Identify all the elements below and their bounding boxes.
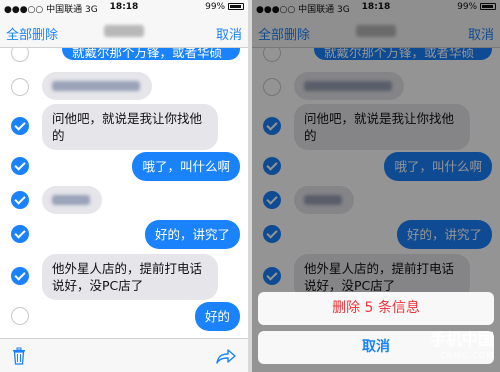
blurred-text [52, 81, 140, 91]
message-bubble-in: 问他吧，就说是我让你找他的 [42, 104, 218, 150]
checkbox[interactable] [11, 78, 29, 96]
message-bubble-out: 哦了，叫什么啊 [132, 152, 240, 181]
checkbox[interactable] [11, 307, 29, 325]
message-bubble-out: 好的 [194, 302, 240, 331]
message-bubble-in: 他外星人店的，提前打电话说好，没PC店了 [42, 254, 218, 300]
message-row[interactable]: 哦了，叫什么啊 [0, 152, 248, 181]
message-list: 就戴尔那个万锋，或者华硕 问他吧，就说是我让你找他的 哦了，叫什么啊 好的，讲究… [0, 48, 248, 338]
checkbox[interactable] [11, 48, 29, 62]
message-bubble-out: 就戴尔那个万锋，或者华硕 [62, 48, 240, 60]
watermark-logo: 手机中国 CNMO.COM [430, 332, 494, 364]
contact-name[interactable] [0, 24, 248, 39]
message-bubble-out: 好的，讲究了 [144, 220, 240, 249]
left-screen: ●●●○○ 中国联通 3G 18:18 99% 全部删除 取消 就戴尔那个万锋，… [0, 0, 248, 372]
message-row[interactable] [0, 186, 248, 214]
watermark-main: 手机中国 [429, 330, 494, 349]
checkbox[interactable] [11, 267, 29, 285]
contact-name-blurred [104, 25, 144, 37]
checkbox[interactable] [11, 225, 29, 243]
message-row[interactable]: 好的 [0, 302, 248, 331]
blurred-text [52, 195, 90, 205]
message-row[interactable]: 好的，讲究了 [0, 220, 248, 249]
message-row[interactable]: 他外星人店的，提前打电话说好，没PC店了 [0, 254, 248, 300]
nav-bar: 全部删除 取消 [0, 16, 248, 48]
message-row[interactable] [0, 72, 248, 100]
checkbox[interactable] [11, 191, 29, 209]
battery-icon [228, 3, 244, 10]
battery-indicator: 99% [205, 2, 244, 12]
checkbox[interactable] [11, 157, 29, 175]
checkbox[interactable] [11, 117, 29, 135]
message-bubble-in [42, 72, 152, 100]
message-row[interactable]: 就戴尔那个万锋，或者华硕 [0, 48, 248, 62]
message-row[interactable]: 问他吧，就说是我让你找他的 [0, 104, 248, 150]
trash-icon[interactable] [12, 347, 26, 365]
cancel-button[interactable]: 取消 [216, 24, 242, 43]
bottom-toolbar [0, 338, 248, 372]
forward-icon[interactable] [216, 348, 236, 364]
delete-messages-button[interactable]: 删除 5 条信息 [258, 292, 494, 325]
message-bubble-in [42, 186, 102, 214]
watermark-sub: CNMO.COM [440, 351, 494, 360]
status-bar: ●●●○○ 中国联通 3G 18:18 99% [0, 0, 248, 16]
right-screen: ●●●○○ 中国联通 3G 18:18 99% 全部删除 取消 就戴尔那个万锋，… [252, 0, 500, 372]
